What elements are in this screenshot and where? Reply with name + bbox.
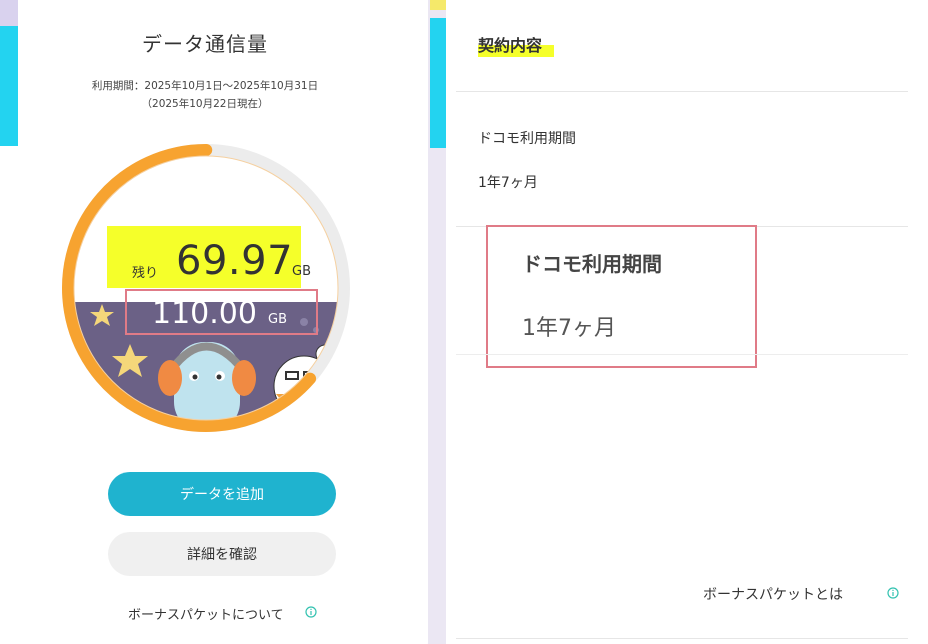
divider [456,354,908,355]
zoom-callout-label: ドコモ利用期間 [522,252,662,276]
usage-duration-label: ドコモ利用期間 [478,131,576,147]
zoom-callout-value: 1年7ヶ月 [522,316,616,341]
background-decoration [430,18,446,148]
usage-period: 利用期間：2025年10月1日〜2025年10月31日 [91,80,319,92]
add-data-button[interactable]: データを追加 [108,472,336,516]
remaining-data-unit: GB [292,264,311,279]
divider [456,91,908,92]
background-decoration [0,0,18,26]
gauge-inner-border [73,155,339,421]
bonus-packet-info-link[interactable]: ボーナスパケットとは [703,584,843,604]
remaining-label: 残り [132,266,159,281]
usage-duration-value: 1年7ヶ月 [478,175,538,191]
data-usage-title: データ通信量 [142,32,268,56]
view-details-button[interactable]: 詳細を確認 [108,532,336,576]
total-data-unit: GB [268,312,287,327]
zoom-callout [486,225,757,368]
background-decoration [430,0,446,10]
gauge-ring [62,144,350,432]
gauge-remaining-arc [62,144,350,432]
info-circle-icon[interactable] [305,606,317,618]
info-circle-icon[interactable] [887,587,899,599]
contract-title: 契約内容 [478,36,543,55]
divider [456,638,908,639]
remaining-data-value: 69.97 [176,238,294,284]
bonus-packet-link[interactable]: ボーナスパケットについて [128,604,284,623]
usage-as-of-date: （2025年10月22日現在） [141,98,269,110]
total-data-value: 110.00 [152,296,257,331]
data-gauge [58,140,354,436]
